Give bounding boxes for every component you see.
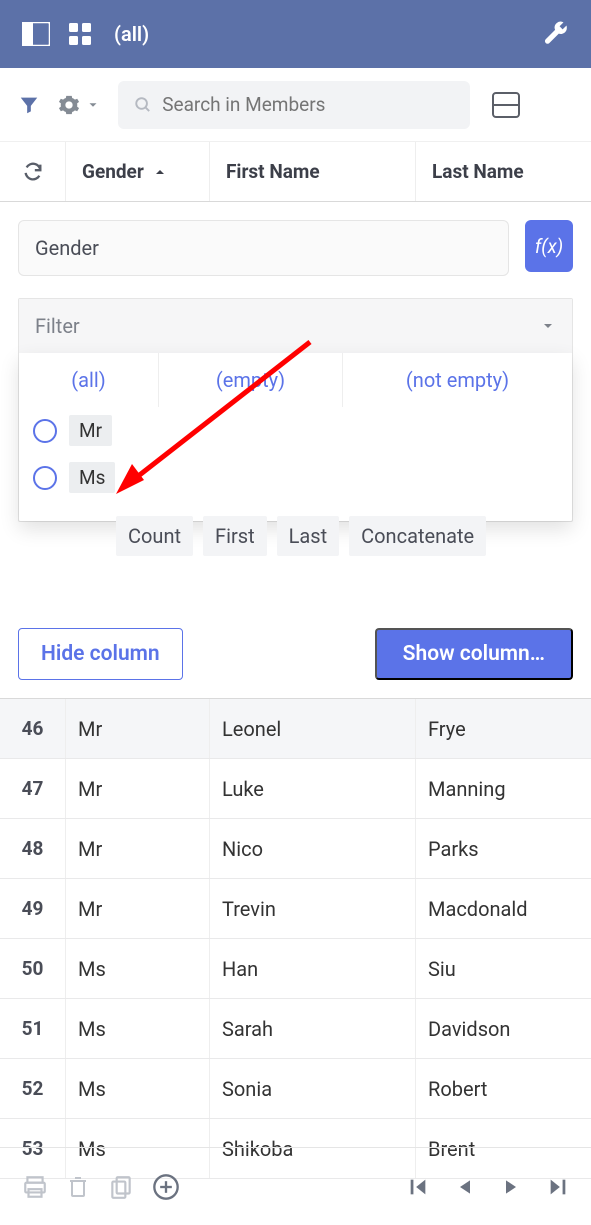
cell-last-name[interactable]: Frye	[416, 699, 591, 758]
option-chip: Ms	[69, 462, 115, 493]
cell-gender[interactable]: Ms	[66, 1059, 210, 1118]
panel-toggle-icon[interactable]	[22, 22, 50, 46]
data-grid: 46 Mr Leonel Frye 47 Mr Luke Manning 48 …	[0, 698, 591, 1179]
header-label: First Name	[226, 160, 320, 183]
cell-first-name[interactable]: Leonel	[210, 699, 416, 758]
cell-gender[interactable]: Mr	[66, 699, 210, 758]
search-icon	[134, 95, 152, 115]
aggregate-last[interactable]: Last	[277, 516, 340, 556]
cell-first-name[interactable]: Sarah	[210, 999, 416, 1058]
search-input[interactable]	[162, 93, 454, 116]
filter-tab-empty[interactable]: (empty)	[159, 353, 343, 407]
radio-icon[interactable]	[33, 419, 57, 443]
page-prev-icon[interactable]	[455, 1177, 475, 1197]
option-chip: Mr	[69, 415, 112, 446]
app-topbar: (all)	[0, 0, 591, 68]
field-name-input[interactable]: Gender	[18, 220, 509, 276]
hide-column-button[interactable]: Hide column	[18, 628, 183, 680]
table-row[interactable]: 48 Mr Nico Parks	[0, 819, 591, 879]
cell-gender[interactable]: Mr	[66, 879, 210, 938]
aggregate-concat[interactable]: Concatenate	[349, 516, 486, 556]
cell-last-name[interactable]: Siu	[416, 939, 591, 998]
radio-icon[interactable]	[33, 466, 57, 490]
footer-bar	[0, 1147, 591, 1225]
page-last-icon[interactable]	[547, 1176, 569, 1198]
grid-apps-icon[interactable]	[68, 22, 92, 46]
cell-first-name[interactable]: Han	[210, 939, 416, 998]
chevron-down-icon	[540, 318, 556, 334]
cell-last-name[interactable]: Robert	[416, 1059, 591, 1118]
page-next-icon[interactable]	[501, 1177, 521, 1197]
cell-first-name[interactable]: Sonia	[210, 1059, 416, 1118]
aggregate-first[interactable]: First	[203, 516, 267, 556]
column-config-panel: Gender f(x) Filter (all) (empty) (not em…	[0, 202, 591, 522]
aggregate-count[interactable]: Count	[116, 516, 193, 556]
add-icon[interactable]	[152, 1173, 180, 1201]
cell-last-name[interactable]: Macdonald	[416, 879, 591, 938]
table-row[interactable]: 49 Mr Trevin Macdonald	[0, 879, 591, 939]
filter-option[interactable]: Ms	[19, 454, 572, 501]
column-header-gender[interactable]: Gender	[66, 142, 210, 201]
search-box[interactable]	[118, 81, 470, 129]
column-header-last-name[interactable]: Last Name	[416, 142, 591, 201]
cell-first-name[interactable]: Trevin	[210, 879, 416, 938]
formula-button[interactable]: f(x)	[525, 220, 573, 272]
cell-gender[interactable]: Mr	[66, 819, 210, 878]
row-number: 46	[0, 699, 66, 758]
table-row[interactable]: 50 Ms Han Siu	[0, 939, 591, 999]
cell-gender[interactable]: Ms	[66, 939, 210, 998]
rows-layout-icon[interactable]	[492, 92, 520, 118]
refresh-icon[interactable]	[0, 142, 66, 201]
cell-last-name[interactable]: Davidson	[416, 999, 591, 1058]
filter-option[interactable]: Mr	[19, 407, 572, 454]
cell-first-name[interactable]: Nico	[210, 819, 416, 878]
page-first-icon[interactable]	[407, 1176, 429, 1198]
cell-last-name[interactable]: Parks	[416, 819, 591, 878]
toolbar	[0, 68, 591, 142]
settings-dropdown[interactable]	[58, 94, 100, 116]
header-label: Gender	[82, 160, 144, 183]
filter-tab-all[interactable]: (all)	[19, 353, 159, 407]
trash-icon[interactable]	[66, 1174, 90, 1200]
cell-last-name[interactable]: Manning	[416, 759, 591, 818]
aggregate-row: Count First Last Concatenate	[0, 516, 591, 556]
row-number: 49	[0, 879, 66, 938]
filter-box: Filter (all) (empty) (not empty) Mr Ms	[18, 298, 573, 522]
table-row[interactable]: 47 Mr Luke Manning	[0, 759, 591, 819]
row-number: 52	[0, 1059, 66, 1118]
cell-gender[interactable]: Ms	[66, 999, 210, 1058]
row-number: 51	[0, 999, 66, 1058]
show-column-button[interactable]: Show column…	[375, 628, 573, 680]
header-label: Last Name	[432, 160, 524, 183]
column-headers: Gender First Name Last Name	[0, 142, 591, 202]
row-number: 47	[0, 759, 66, 818]
cell-first-name[interactable]: Luke	[210, 759, 416, 818]
table-row[interactable]: 46 Mr Leonel Frye	[0, 699, 591, 759]
print-icon[interactable]	[22, 1174, 48, 1200]
wrench-icon[interactable]	[543, 21, 569, 47]
table-row[interactable]: 52 Ms Sonia Robert	[0, 1059, 591, 1119]
cell-gender[interactable]: Mr	[66, 759, 210, 818]
context-label[interactable]: (all)	[114, 22, 149, 46]
sort-asc-icon	[152, 164, 168, 180]
filter-icon[interactable]	[18, 94, 40, 116]
column-header-first-name[interactable]: First Name	[210, 142, 416, 201]
row-number: 48	[0, 819, 66, 878]
filter-tab-not-empty[interactable]: (not empty)	[343, 353, 572, 407]
filter-dropdown-toggle[interactable]: Filter	[19, 299, 572, 353]
copy-icon[interactable]	[108, 1174, 134, 1200]
row-number: 50	[0, 939, 66, 998]
table-row[interactable]: 51 Ms Sarah Davidson	[0, 999, 591, 1059]
filter-dropdown: (all) (empty) (not empty) Mr Ms	[19, 353, 572, 521]
